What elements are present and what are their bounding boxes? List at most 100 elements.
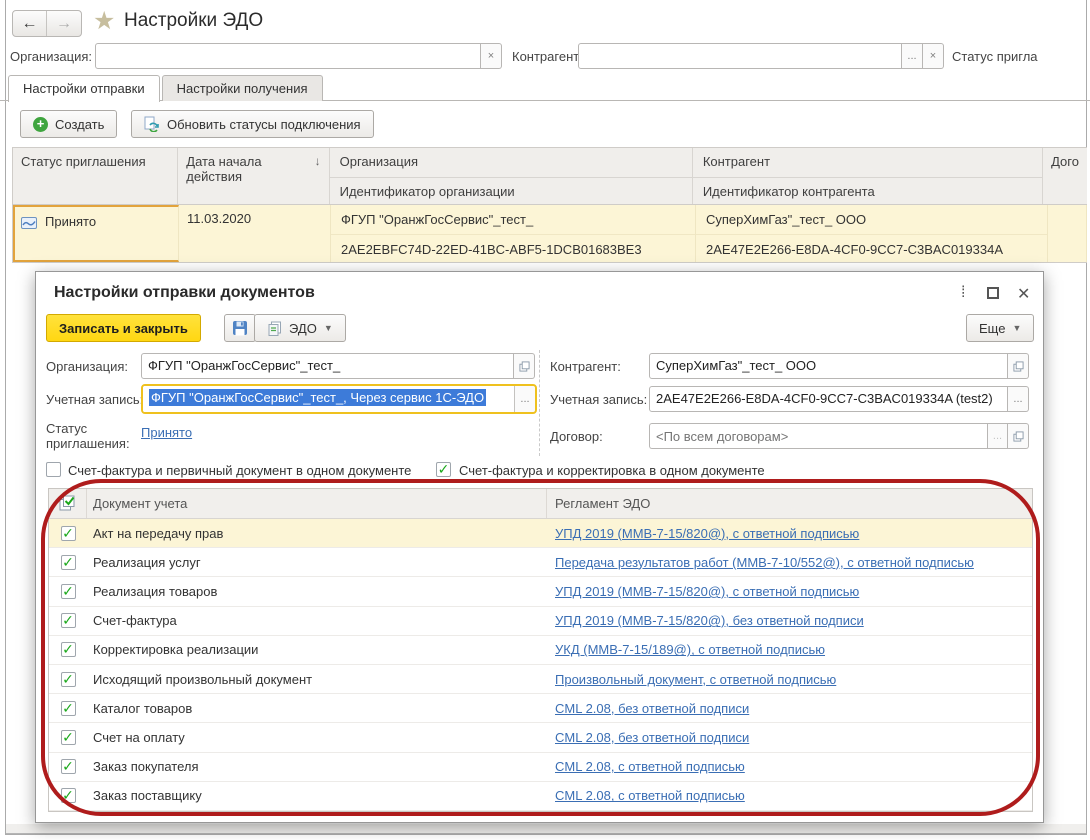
connection-row[interactable]: Принято 11.03.2020 ФГУП "ОранжГосСервис"…: [12, 205, 1087, 263]
document-checkbox[interactable]: ✓: [61, 788, 76, 803]
open-contragent-button[interactable]: [1008, 353, 1029, 379]
column-header-date[interactable]: Дата начала действия ↓: [178, 148, 329, 204]
regulation-link[interactable]: УПД 2019 (ММВ-7-15/820@), с ответной под…: [555, 526, 859, 541]
dialog-send-settings: Настройки отправки документов ⁞ ✕ Записа…: [35, 271, 1044, 823]
organization-value[interactable]: ФГУП "ОранжГосСервис"_тест_: [141, 353, 514, 379]
document-name: Акт на передачу прав: [87, 526, 547, 541]
column-header-organization[interactable]: Организация Идентификатор организации: [330, 148, 693, 204]
column-header-contract[interactable]: Дого: [1043, 148, 1087, 204]
account-contragent-select-button[interactable]: ...: [1008, 386, 1029, 412]
document-row[interactable]: ✓ Реализация услуг Передача результатов …: [49, 548, 1032, 577]
nav-buttons: ← →: [12, 10, 82, 37]
account-org-field-label: Учетная запись:: [46, 392, 143, 407]
regulation-link[interactable]: Передача результатов работ (ММВ-7-10/552…: [555, 555, 974, 570]
document-row[interactable]: ✓ Заказ поставщику CML 2.08, с ответной …: [49, 782, 1032, 811]
dialog-menu-icon[interactable]: ⁞: [961, 284, 965, 302]
document-checkbox[interactable]: ✓: [61, 759, 76, 774]
forward-button[interactable]: →: [47, 11, 81, 36]
edo-menu-button[interactable]: ЭДО ▼: [254, 314, 346, 342]
refresh-statuses-button[interactable]: Обновить статусы подключения: [131, 110, 374, 138]
check-icon: ✓: [62, 614, 74, 627]
account-org-value[interactable]: ФГУП "ОранжГосСервис"_тест_, Через серви…: [143, 386, 514, 412]
contragent-select-button[interactable]: ...: [902, 43, 923, 69]
connection-contragent-cell: СуперХимГаз"_тест_ ООО 2AE47E2E266-E8DA-…: [696, 205, 1048, 262]
close-icon[interactable]: ✕: [1017, 284, 1030, 304]
contragent-value[interactable]: СуперХимГаз"_тест_ ООО: [649, 353, 1008, 379]
save-button[interactable]: [224, 314, 256, 342]
account-contragent-field: 2AE47E2E266-E8DA-4CF0-9CC7-C3BAC019334A …: [649, 386, 1029, 412]
invitation-status-icon: [21, 217, 37, 229]
contract-input[interactable]: [649, 423, 987, 449]
documents-rows: ✓ Акт на передачу прав УПД 2019 (ММВ-7-1…: [49, 519, 1032, 811]
regulation-link[interactable]: CML 2.08, с ответной подписью: [555, 759, 745, 774]
regulation-link[interactable]: CML 2.08, без ответной подписи: [555, 701, 749, 716]
connection-contragent: СуперХимГаз"_тест_ ООО: [696, 205, 1047, 234]
more-button[interactable]: Еще ▼: [966, 314, 1034, 342]
column-header-contragent[interactable]: Контрагент Идентификатор контрагента: [693, 148, 1043, 204]
create-button[interactable]: + Создать: [20, 110, 117, 138]
contract-select-button[interactable]: ...: [987, 423, 1008, 449]
contragent-filter-input[interactable]: [578, 43, 902, 69]
goto-icon: [519, 361, 530, 372]
document-row[interactable]: ✓ Акт на передачу прав УПД 2019 (ММВ-7-1…: [49, 519, 1032, 548]
invoice-correction-checkbox[interactable]: ✓: [436, 462, 451, 477]
account-org-select-button[interactable]: ...: [514, 386, 535, 412]
regulation-link[interactable]: УПД 2019 (ММВ-7-15/820@), с ответной под…: [555, 584, 859, 599]
document-checkbox[interactable]: ✓: [61, 701, 76, 716]
document-checkbox[interactable]: ✓: [61, 642, 76, 657]
regulation-link[interactable]: УПД 2019 (ММВ-7-15/820@), без ответной п…: [555, 613, 864, 628]
document-name: Заказ поставщику: [87, 788, 547, 803]
document-name: Заказ покупателя: [87, 759, 547, 774]
edo-icon: [267, 321, 282, 336]
regulation-link[interactable]: УКД (ММВ-7-15/189@), с ответной подписью: [555, 642, 825, 657]
select-all-checkbox[interactable]: [49, 489, 87, 518]
column-header-status[interactable]: Статус приглашения: [13, 148, 178, 204]
regulation-link[interactable]: CML 2.08, без ответной подписи: [555, 730, 749, 745]
invoice-primary-checkbox[interactable]: [46, 462, 61, 477]
document-checkbox[interactable]: ✓: [61, 672, 76, 687]
connection-status-cell[interactable]: Принято: [13, 205, 179, 262]
regulation-link[interactable]: Произвольный документ, с ответной подпис…: [555, 672, 836, 687]
document-row[interactable]: ✓ Счет на оплату CML 2.08, без ответной …: [49, 723, 1032, 752]
document-checkbox[interactable]: ✓: [61, 526, 76, 541]
document-checkbox[interactable]: ✓: [61, 613, 76, 628]
back-icon: ←: [22, 15, 38, 32]
column-header-document[interactable]: Документ учета: [87, 489, 547, 518]
open-contract-button[interactable]: [1008, 423, 1029, 449]
back-button[interactable]: ←: [13, 11, 47, 36]
contragent-clear-button[interactable]: ×: [923, 43, 944, 69]
account-contragent-value[interactable]: 2AE47E2E266-E8DA-4CF0-9CC7-C3BAC019334A …: [649, 386, 1008, 412]
column-header-regulation[interactable]: Регламент ЭДО: [547, 489, 1032, 518]
organization-filter-label: Организация:: [10, 49, 92, 64]
maximize-icon[interactable]: [987, 287, 999, 299]
save-and-close-button[interactable]: Записать и закрыть: [46, 314, 201, 342]
document-name: Счет на оплату: [87, 730, 547, 745]
document-checkbox[interactable]: ✓: [61, 584, 76, 599]
document-row[interactable]: ✓ Заказ покупателя CML 2.08, с ответной …: [49, 753, 1032, 782]
page-title: Настройки ЭДО: [124, 10, 263, 32]
open-organization-button[interactable]: [514, 353, 535, 379]
sort-desc-icon: ↓: [315, 154, 321, 204]
invitation-status-link[interactable]: Принято: [141, 425, 192, 440]
favorite-star-icon[interactable]: ★: [93, 6, 115, 36]
tab-receive-settings[interactable]: Настройки получения: [162, 75, 323, 101]
selected-text: ФГУП "ОранжГосСервис"_тест_, Через серви…: [149, 389, 486, 406]
document-row[interactable]: ✓ Корректировка реализации УКД (ММВ-7-15…: [49, 636, 1032, 665]
tab-send-settings[interactable]: Настройки отправки: [8, 75, 160, 102]
document-row[interactable]: ✓ Исходящий произвольный документ Произв…: [49, 665, 1032, 694]
document-checkbox[interactable]: ✓: [61, 555, 76, 570]
document-name: Корректировка реализации: [87, 642, 547, 657]
document-checkbox[interactable]: ✓: [61, 730, 76, 745]
goto-icon: [1013, 361, 1024, 372]
document-row[interactable]: ✓ Каталог товаров CML 2.08, без ответной…: [49, 694, 1032, 723]
contragent-filter: ... ×: [578, 43, 944, 69]
organization-filter-input[interactable]: [95, 43, 481, 69]
invoice-primary-label: Счет-фактура и первичный документ в одно…: [68, 463, 411, 478]
organization-clear-button[interactable]: ×: [481, 43, 502, 69]
document-row[interactable]: ✓ Реализация товаров УПД 2019 (ММВ-7-15/…: [49, 577, 1032, 606]
contragent-field-label: Контрагент:: [550, 359, 621, 374]
status-filter-label: Статус пригла: [952, 49, 1038, 64]
documents-table-header: Документ учета Регламент ЭДО: [49, 489, 1032, 519]
regulation-link[interactable]: CML 2.08, с ответной подписью: [555, 788, 745, 803]
document-row[interactable]: ✓ Счет-фактура УПД 2019 (ММВ-7-15/820@),…: [49, 607, 1032, 636]
